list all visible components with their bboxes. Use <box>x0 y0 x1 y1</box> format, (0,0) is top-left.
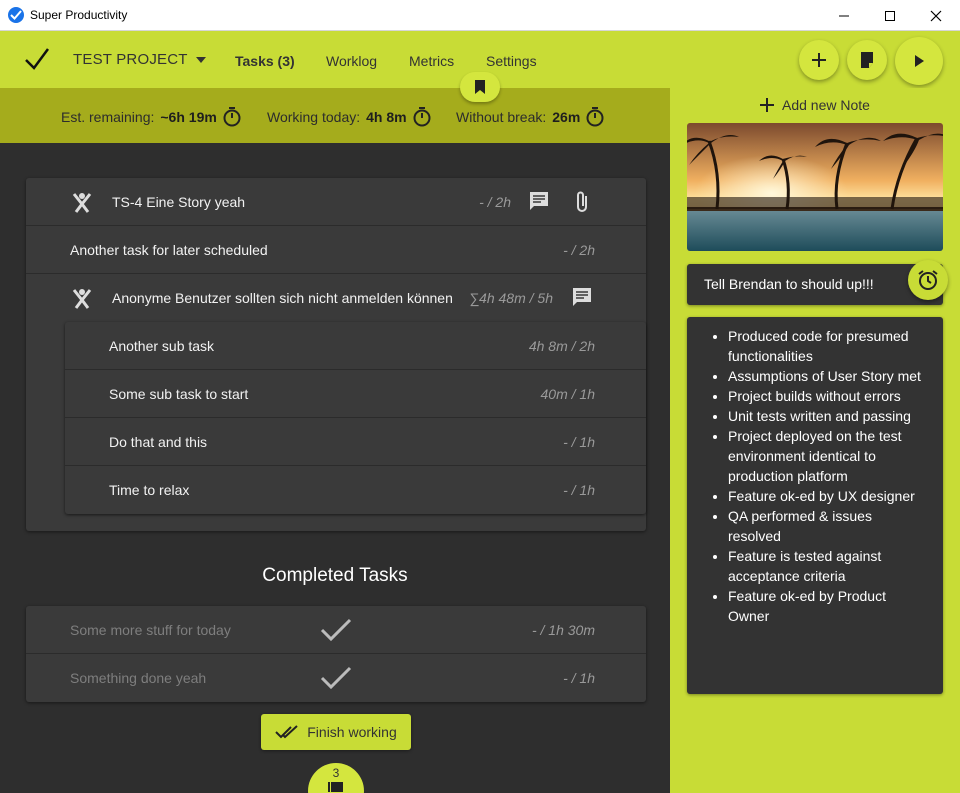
window-title: Super Productivity <box>30 8 128 22</box>
without-break-stat: Without break: 26m <box>456 107 604 127</box>
alarm-button[interactable] <box>908 260 948 300</box>
finish-working-button[interactable]: Finish working <box>261 714 411 750</box>
tab-settings[interactable]: Settings <box>486 53 537 69</box>
subtask-row[interactable]: Do that and this - / 1h <box>65 418 646 466</box>
estimate-remaining-stat: Est. remaining: ~6h 19m <box>61 107 241 127</box>
subtask-row[interactable]: Some sub task to start 40m / 1h <box>65 370 646 418</box>
checklist-item: Project deployed on the test environment… <box>728 426 923 486</box>
subtask-time[interactable]: - / 1h <box>563 482 595 498</box>
task-time[interactable]: - / 1h <box>563 670 595 686</box>
task-time[interactable]: - / 2h <box>563 242 595 258</box>
task-row[interactable]: Another task for later scheduled - / 2h <box>26 226 646 274</box>
play-icon <box>915 55 924 67</box>
window-titlebar: Super Productivity <box>0 0 960 31</box>
subtask-title[interactable]: Do that and this <box>109 434 207 450</box>
subtask-time[interactable]: - / 1h <box>563 434 595 450</box>
task-time[interactable]: ∑4h 48m / 5h <box>469 290 553 306</box>
backlog-count: 3 <box>332 766 340 780</box>
project-name: TEST PROJECT <box>73 51 188 68</box>
done-check-icon[interactable] <box>320 665 352 691</box>
checklist: Produced code for presumed functionaliti… <box>687 317 943 626</box>
minimize-icon <box>839 15 849 16</box>
tab-tasks[interactable]: Tasks (3) <box>235 53 295 69</box>
reminder-text: Tell Brendan to should up!!! <box>704 276 874 292</box>
checklist-item: Feature ok-ed by UX designer <box>728 486 923 506</box>
completed-task-list: Some more stuff for today - / 1h 30m Som… <box>26 606 646 702</box>
task-title[interactable]: TS-4 Eine Story yeah <box>112 194 245 210</box>
tab-metrics[interactable]: Metrics <box>409 53 454 69</box>
checklist-item: Project builds without errors <box>728 386 923 406</box>
working-today-stat: Working today: 4h 8m <box>267 107 431 127</box>
task-title[interactable]: Anonyme Benutzer sollten sich nicht anme… <box>112 290 453 306</box>
completed-task-row[interactable]: Some more stuff for today - / 1h 30m <box>26 606 646 654</box>
timer-icon <box>586 107 604 127</box>
stats-bar: Est. remaining: ~6h 19m Working today: 4… <box>0 88 670 143</box>
double-check-icon <box>275 725 298 739</box>
definition-of-done-note[interactable]: Produced code for presumed functionaliti… <box>687 317 943 694</box>
maximize-icon <box>885 10 895 21</box>
checklist-item: Produced code for presumed functionaliti… <box>728 326 923 366</box>
alarm-clock-icon <box>918 270 938 290</box>
close-icon <box>930 10 942 21</box>
play-button[interactable] <box>895 37 943 85</box>
subtask-list: Another sub task 4h 8m / 2h Some sub tas… <box>65 322 646 514</box>
task-title[interactable]: Another task for later scheduled <box>70 242 268 258</box>
completed-task-row[interactable]: Something done yeah - / 1h <box>26 654 646 702</box>
reminder-note[interactable]: Tell Brendan to should up!!! <box>687 264 943 305</box>
jira-icon <box>72 193 92 213</box>
subtask-time[interactable]: 40m / 1h <box>541 386 595 402</box>
comment-icon[interactable] <box>528 190 550 212</box>
timer-icon <box>413 107 431 127</box>
completed-tasks-heading: Completed Tasks <box>262 565 408 586</box>
toggle-notes-button[interactable] <box>847 40 887 80</box>
task-time[interactable]: - / 2h <box>479 194 511 210</box>
app-logo-icon <box>8 7 24 23</box>
done-check-icon[interactable] <box>320 617 352 643</box>
subtask-title[interactable]: Time to relax <box>109 482 189 498</box>
bookmark-icon <box>475 80 485 94</box>
checklist-item: Unit tests written and passing <box>728 406 923 426</box>
attachment-icon[interactable] <box>574 190 590 214</box>
subtask-title[interactable]: Another sub task <box>109 338 214 354</box>
caret-down-icon <box>195 56 206 63</box>
checklist-item: Feature ok-ed by Product Owner <box>728 586 923 626</box>
palm-sunset-picture <box>687 123 943 251</box>
add-task-button[interactable] <box>799 40 839 80</box>
subtask-time[interactable]: 4h 8m / 2h <box>529 338 595 354</box>
bookmark-toggle-button[interactable] <box>460 72 500 102</box>
note-icon <box>861 52 873 68</box>
subtask-row[interactable]: Another sub task 4h 8m / 2h <box>65 322 646 370</box>
subtask-title[interactable]: Some sub task to start <box>109 386 248 402</box>
checklist-item: QA performed & issues resolved <box>728 506 923 546</box>
checklist-item: Assumptions of User Story met <box>728 366 923 386</box>
task-area: TS-4 Eine Story yeah - / 2h Another task… <box>0 143 670 793</box>
plus-icon <box>812 53 826 67</box>
task-title[interactable]: Something done yeah <box>70 670 206 686</box>
task-row[interactable]: TS-4 Eine Story yeah - / 2h <box>26 178 646 226</box>
backlog-button[interactable]: 3 <box>308 763 364 793</box>
task-list: TS-4 Eine Story yeah - / 2h Another task… <box>26 178 646 531</box>
tab-worklog[interactable]: Worklog <box>326 53 377 69</box>
minimize-button[interactable] <box>821 0 867 31</box>
close-button[interactable] <box>913 0 959 31</box>
task-row[interactable]: Anonyme Benutzer sollten sich nicht anme… <box>26 274 646 322</box>
maximize-button[interactable] <box>867 0 913 31</box>
list-icon <box>328 782 343 792</box>
add-note-button[interactable]: Add new Note <box>760 97 870 113</box>
task-title[interactable]: Some more stuff for today <box>70 622 231 638</box>
palm-beach-image[interactable] <box>687 123 943 251</box>
jira-icon <box>72 289 92 309</box>
plus-icon <box>760 98 774 112</box>
comment-icon[interactable] <box>571 286 593 308</box>
task-time[interactable]: - / 1h 30m <box>532 622 595 638</box>
project-switcher[interactable]: TEST PROJECT <box>73 51 206 68</box>
timer-icon <box>223 107 241 127</box>
subtask-row[interactable]: Time to relax - / 1h <box>65 466 646 514</box>
checklist-item: Feature is tested against acceptance cri… <box>728 546 923 586</box>
checkmark-logo-icon[interactable] <box>24 46 50 72</box>
notes-panel: Add new Note Tell Brendan to should up!!… <box>670 88 960 793</box>
